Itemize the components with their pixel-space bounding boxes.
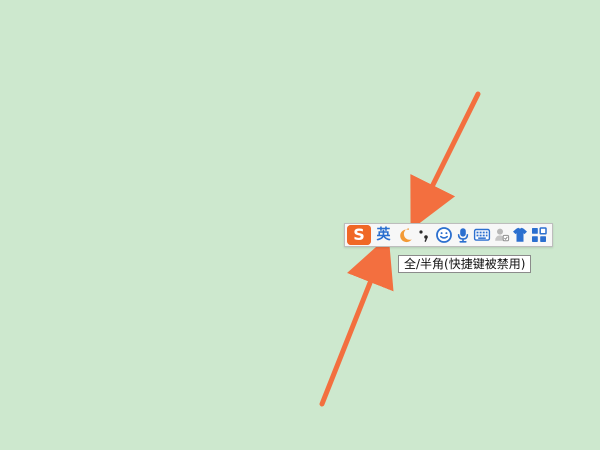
full-half-width-button[interactable] <box>396 225 415 245</box>
moon-icon <box>399 228 412 243</box>
account-button[interactable] <box>492 225 511 245</box>
shirt-icon <box>513 227 528 242</box>
punctuation-button[interactable] <box>415 225 434 245</box>
voice-input-button[interactable] <box>453 225 472 245</box>
sogou-logo-icon: S <box>347 225 371 245</box>
language-toggle-button[interactable]: 英 <box>374 225 393 245</box>
punctuation-icon <box>419 230 428 242</box>
skin-button[interactable] <box>511 225 530 245</box>
user-icon <box>495 228 510 242</box>
tooltip-text: 全/半角(快捷键被禁用) <box>404 257 526 271</box>
keyboard-icon <box>473 228 491 241</box>
svg-text:S: S <box>353 225 365 244</box>
language-label: 英 <box>376 227 391 243</box>
soft-keyboard-button[interactable] <box>473 225 492 245</box>
arrow-pointing-to-language-toggle <box>319 235 394 407</box>
emoji-button[interactable] <box>434 225 453 245</box>
ime-toolbar: S 英 <box>344 223 553 247</box>
full-half-width-tooltip: 全/半角(快捷键被禁用) <box>398 255 532 273</box>
sogou-logo-button[interactable]: S <box>347 225 371 245</box>
microphone-icon <box>457 228 469 243</box>
arrow-pointing-to-toolbar <box>410 91 481 230</box>
grid-icon <box>532 227 548 242</box>
emoji-icon <box>435 227 452 243</box>
toolbox-button[interactable] <box>530 225 549 245</box>
